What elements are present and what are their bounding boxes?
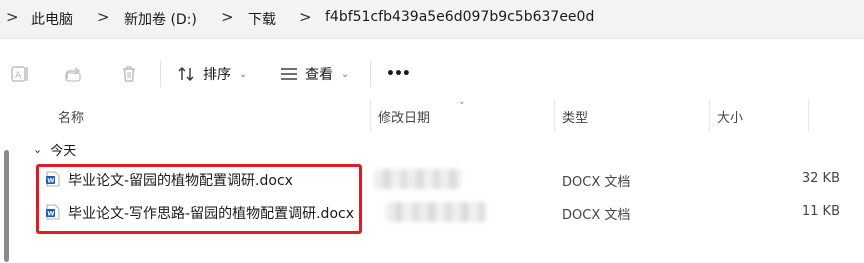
file-type: DOCX 文档 — [562, 175, 631, 190]
redacted-modified-date — [386, 202, 486, 222]
file-row[interactable]: W 毕业论文-写作思路-留园的植物配置调研.docx DOCX 文档 11 KB — [36, 197, 864, 227]
column-header-type[interactable]: 类型 — [562, 107, 588, 126]
column-header-size[interactable]: 大小 — [717, 107, 743, 126]
sort-button[interactable]: 排序 ⌄ — [177, 63, 247, 85]
chevron-right-icon[interactable]: > — [97, 8, 110, 26]
column-divider[interactable] — [808, 99, 809, 132]
view-label: 查看 — [305, 67, 333, 83]
address-bar[interactable]: > 此电脑 > 新加卷 (D:) > 下载 > f4bf51cfb439a5e6… — [0, 0, 864, 39]
svg-text:W: W — [47, 177, 54, 185]
svg-text:W: W — [47, 210, 54, 218]
rename-icon[interactable]: A — [9, 63, 31, 85]
sort-direction-icon: ⌄ — [458, 97, 466, 107]
chevron-down-icon: ⌄ — [239, 68, 248, 80]
column-divider[interactable] — [554, 99, 555, 132]
chevron-right-icon[interactable]: > — [221, 8, 234, 26]
file-size: 32 KB — [801, 171, 840, 186]
command-bar: A 排序 ⌄ 查看 ⌄ ••• — [0, 49, 864, 100]
group-label: 今天 — [50, 144, 77, 159]
sort-label: 排序 — [203, 67, 231, 83]
chevron-right-icon[interactable]: > — [299, 8, 312, 26]
column-divider[interactable] — [709, 99, 710, 132]
column-header-row: 名称 ⌄ 修改日期 类型 大小 — [0, 97, 864, 132]
breadcrumb-item-this-pc[interactable]: 此电脑 — [31, 9, 73, 29]
view-icon — [281, 68, 297, 80]
column-header-modified[interactable]: 修改日期 — [378, 107, 430, 126]
file-type: DOCX 文档 — [562, 208, 631, 223]
chevron-down-icon: ⌄ — [341, 68, 350, 80]
more-options-button[interactable]: ••• — [386, 63, 411, 85]
breadcrumb-item-drive-d[interactable]: 新加卷 (D:) — [124, 9, 197, 29]
column-divider[interactable] — [370, 99, 371, 132]
file-row[interactable]: W 毕业论文-留园的植物配置调研.docx DOCX 文档 32 KB — [36, 164, 864, 194]
view-button[interactable]: 查看 ⌄ — [279, 63, 349, 85]
word-file-icon: W — [46, 171, 60, 187]
file-size: 11 KB — [801, 204, 840, 219]
file-name[interactable]: 毕业论文-写作思路-留园的植物配置调研.docx — [68, 203, 354, 223]
delete-icon[interactable] — [118, 63, 140, 85]
redacted-modified-date — [374, 169, 462, 189]
group-header-today[interactable]: ⌄ 今天 — [33, 140, 76, 159]
toolbar-divider — [370, 61, 371, 87]
column-header-name[interactable]: 名称 — [58, 107, 84, 126]
chevron-down-icon[interactable]: ⌄ — [33, 143, 42, 156]
word-file-icon: W — [46, 204, 60, 220]
breadcrumb-item-folder[interactable]: f4bf51cfb439a5e6d097b9c5b637ee0d — [325, 9, 594, 25]
file-name[interactable]: 毕业论文-留园的植物配置调研.docx — [68, 170, 293, 190]
chevron-right-icon[interactable]: > — [6, 8, 19, 26]
svg-text:A: A — [15, 71, 22, 81]
share-icon[interactable] — [63, 63, 85, 85]
sort-icon — [178, 67, 194, 81]
vertical-scrollbar[interactable] — [4, 150, 9, 262]
toolbar-divider — [160, 61, 161, 87]
breadcrumb-item-downloads[interactable]: 下载 — [248, 9, 276, 29]
